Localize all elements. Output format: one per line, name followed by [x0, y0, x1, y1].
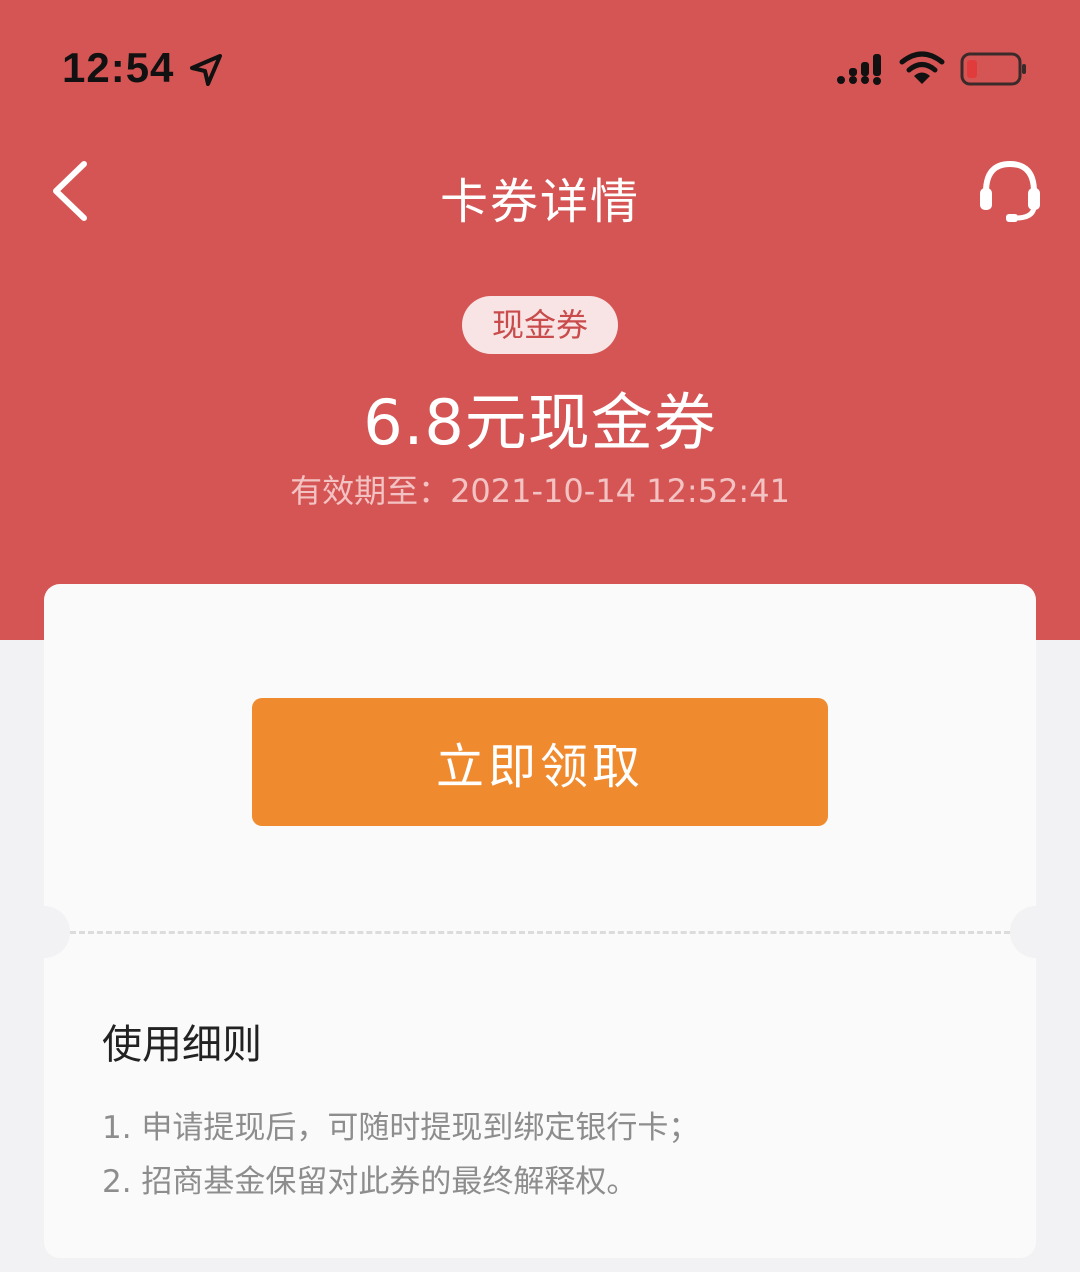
- coupon-title: 6.8元现金券: [363, 386, 717, 459]
- card-notch-left: [18, 906, 70, 958]
- coupon-validity: 有效期至：2021-10-14 12:52:41: [290, 472, 790, 510]
- coupon-type-badge: 现金券: [462, 296, 618, 354]
- rules-title: 使用细则: [102, 1022, 262, 1068]
- wifi-icon: [899, 51, 945, 84]
- headset-icon[interactable]: [976, 156, 1044, 226]
- location-arrow-icon: [190, 54, 222, 86]
- status-bar: 12:54: [0, 0, 1080, 130]
- coupon-card-bottom: [44, 932, 1036, 1258]
- page-title: 卡券详情: [439, 174, 640, 230]
- rule-item: 1. 申请提现后，可随时提现到绑定银行卡；: [102, 1110, 700, 1146]
- signal-icon: [837, 54, 881, 85]
- card-notch-right: [1010, 906, 1062, 958]
- dashed-divider: [70, 931, 1010, 934]
- battery-low-icon: [960, 52, 1026, 86]
- status-time: 12:54: [62, 44, 175, 91]
- rule-item: 2. 招商基金保留对此券的最终解释权。: [102, 1164, 638, 1200]
- claim-now-button[interactable]: 立即领取: [252, 698, 828, 826]
